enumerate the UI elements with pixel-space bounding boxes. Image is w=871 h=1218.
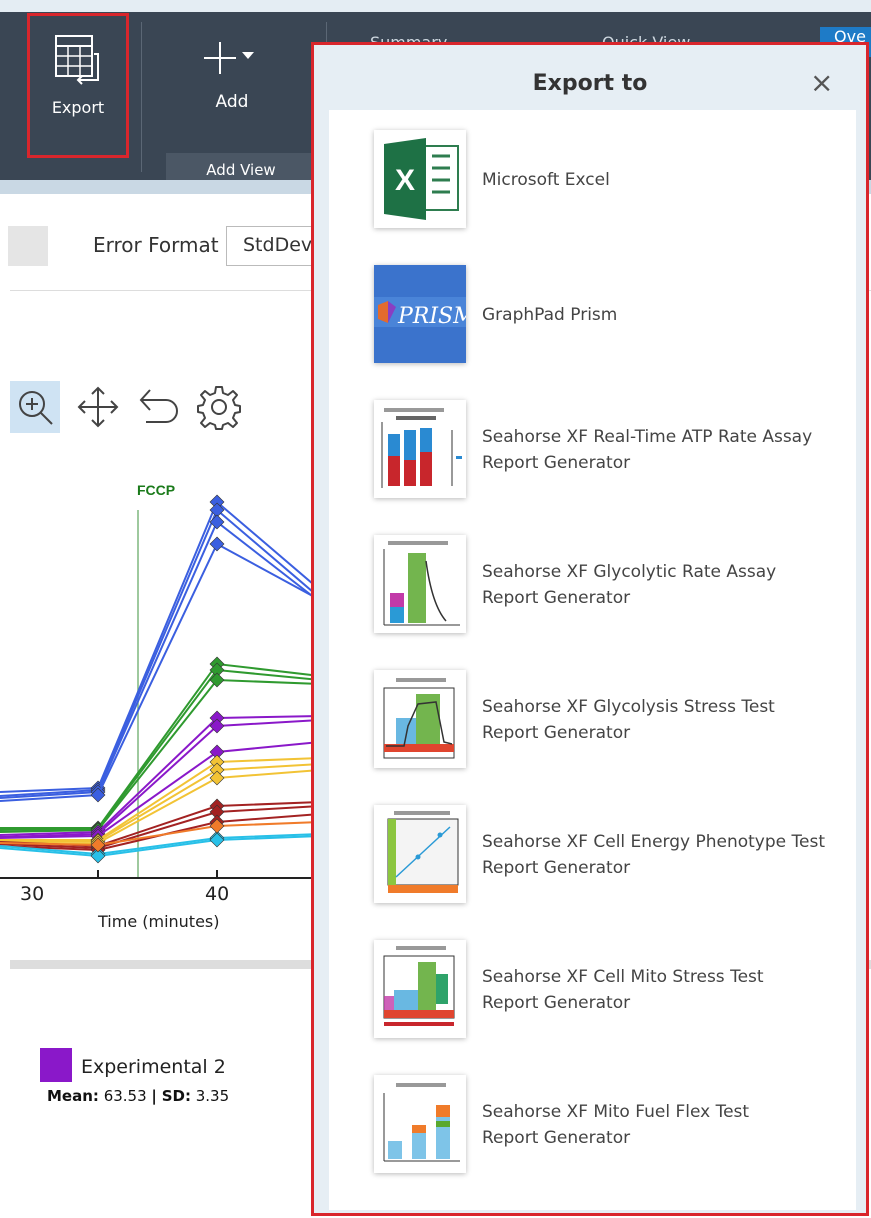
option-subtitle: Report Generator [482,723,631,743]
export-options-list: X Microsoft Excel PRISM GraphPad Prism [329,110,856,1210]
option-subtitle: Report Generator [482,1128,631,1148]
series-line [0,520,320,799]
option-title: Seahorse XF Cell Mito Stress Test [482,967,764,987]
option-subtitle: Report Generator [482,588,631,608]
export-option-mito-stress-report[interactable]: Seahorse XF Cell Mito Stress Test Report… [329,940,856,1060]
x-tick-30: 30 [20,883,45,905]
mean-value: 63.53 [103,1087,147,1105]
x-axis-label: Time (minutes) [98,912,220,931]
option-title: Seahorse XF Glycolysis Stress Test [482,697,775,717]
option-subtitle: Report Generator [482,993,631,1013]
svg-text:X: X [395,164,415,197]
export-option-excel[interactable]: X Microsoft Excel [329,130,856,250]
option-title: Seahorse XF Real-Time ATP Rate Assay [482,427,813,447]
series-lines [0,494,320,864]
x-tick-40: 40 [205,883,230,905]
option-title: Seahorse XF Cell Energy Phenotype Test [482,832,825,852]
legend-stats: Mean: 63.53 | SD: 3.35 [47,1087,229,1105]
option-subtitle: Report Generator [482,858,631,878]
glycolysis-stress-report-thumbnail [374,670,466,768]
series-marker [209,832,225,848]
toolbar-top-band [0,0,871,12]
prism-icon: PRISM [374,265,466,363]
option-title: Seahorse XF Mito Fuel Flex Test [482,1102,750,1122]
toolbar-separator [141,22,142,172]
glycolytic-rate-report-thumbnail [374,535,466,633]
stats-separator: | [151,1087,157,1105]
option-title: GraphPad Prism [482,305,618,325]
control-button[interactable] [8,226,48,266]
series-line [0,542,320,802]
undo-icon[interactable] [136,384,180,434]
gear-icon[interactable] [196,384,242,434]
legend-group-name: Experimental 2 [81,1056,226,1078]
close-icon[interactable]: × [810,69,833,97]
export-button[interactable]: Export [27,13,129,158]
export-label: Export [51,98,105,117]
export-option-fuel-flex-report[interactable]: Seahorse XF Mito Fuel Flex Test Report G… [329,1075,856,1195]
mean-label: Mean: [47,1087,99,1105]
add-label: Add [215,92,249,112]
add-button[interactable]: Add [172,30,292,130]
export-option-glycolysis-stress-report[interactable]: Seahorse XF Glycolysis Stress Test Repor… [329,670,856,790]
sd-value: 3.35 [195,1087,230,1105]
dialog-title: Export to [532,71,648,96]
series-line [0,719,320,838]
export-icon [55,35,99,85]
mito-stress-report-thumbnail [374,940,466,1038]
series-line [0,668,320,831]
svg-text:PRISM: PRISM [397,304,466,329]
pan-icon[interactable] [76,384,120,434]
atp-rate-report-thumbnail [374,400,466,498]
export-option-graphpad-prism[interactable]: PRISM GraphPad Prism [329,265,856,385]
option-title: Microsoft Excel [482,170,610,190]
option-subtitle: Report Generator [482,453,631,473]
series-line [0,500,320,793]
export-dialog: Export to × X Microsoft Excel PRIS Graph… [311,42,869,1216]
fccp-label: FCCP [137,482,175,498]
kinetic-line-chart: FCCP [0,482,320,879]
fuel-flex-report-thumbnail [374,1075,466,1173]
series-marker [209,536,225,552]
add-icon [204,42,254,74]
zoom-in-icon[interactable] [10,381,60,433]
add-view-group-label: Add View [166,153,316,180]
cell-energy-report-thumbnail [374,805,466,903]
export-option-glycolytic-rate-report[interactable]: Seahorse XF Glycolytic Rate Assay Report… [329,535,856,655]
excel-icon: X [374,130,466,228]
sd-label: SD: [161,1087,191,1105]
option-title: Seahorse XF Glycolytic Rate Assay [482,562,777,582]
legend-color-swatch [40,1048,72,1082]
export-option-atp-rate-report[interactable]: Seahorse XF Real-Time ATP Rate Assay Rep… [329,400,856,520]
export-option-cell-energy-report[interactable]: Seahorse XF Cell Energy Phenotype Test R… [329,805,856,925]
error-format-label: Error Format [93,233,219,257]
